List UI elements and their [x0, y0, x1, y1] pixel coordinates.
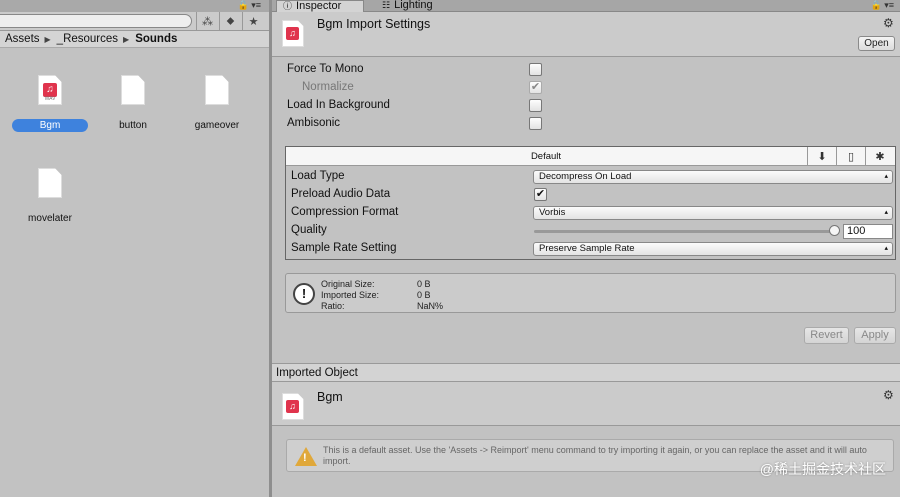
size-info-box: ! Original Size: 0 B Imported Size: 0 B …: [285, 273, 896, 313]
tab-lighting[interactable]: ☷ Lighting: [376, 0, 456, 12]
imported-size-label: Imported Size:: [321, 290, 380, 300]
preload-audio-data-checkbox[interactable]: ✔: [534, 188, 547, 201]
load-type-dropdown[interactable]: Decompress On Load ▴: [533, 170, 893, 184]
compression-format-dropdown[interactable]: Vorbis ▴: [533, 206, 893, 220]
ambisonic-checkbox[interactable]: [529, 117, 542, 130]
sample-rate-setting-label: Sample Rate Setting: [291, 242, 397, 254]
dropdown-arrows-icon: ▴: [884, 209, 888, 216]
project-tab-strip: 🔒 ▾≡: [0, 0, 269, 12]
force-to-mono-label: Force To Mono: [287, 63, 364, 75]
load-in-background-label: Load In Background: [287, 99, 390, 111]
imported-size-value: 0 B: [417, 290, 431, 300]
platform-settings-box: Default ⬇ ▯ ✱ Load Type Decompress On Lo…: [285, 146, 896, 260]
panel-menu-icon[interactable]: 🔒 ▾≡: [871, 0, 894, 11]
phone-icon[interactable]: ▯: [836, 147, 865, 165]
filter-by-type-icon[interactable]: ⁂: [196, 12, 218, 30]
compression-format-value: Vorbis: [539, 207, 566, 218]
info-icon: !: [293, 283, 315, 305]
ratio-label: Ratio:: [321, 301, 345, 311]
asset-item-movelater[interactable]: movelater: [10, 168, 90, 225]
breadcrumb-item-resources[interactable]: _Resources: [57, 33, 118, 45]
breadcrumb-item-sounds[interactable]: Sounds: [135, 33, 177, 45]
file-icon: [205, 75, 229, 105]
asset-label: gameover: [194, 120, 240, 131]
asset-label: button: [119, 120, 147, 131]
breadcrumb-separator-icon: ▶: [44, 34, 51, 44]
original-size-label: Original Size:: [321, 279, 375, 289]
dropdown-arrows-icon: ▴: [884, 245, 888, 252]
preload-audio-data-label: Preload Audio Data: [291, 188, 391, 200]
ambisonic-label: Ambisonic: [287, 117, 341, 129]
gear-icon[interactable]: ⚙: [883, 16, 894, 30]
platform-tab-bar: Default ⬇ ▯ ✱: [286, 147, 895, 166]
asset-grid: ♫ WAV Bgm button gameover movelater: [0, 48, 269, 497]
asset-item-button[interactable]: button: [93, 75, 173, 132]
lighting-icon: ☷: [382, 0, 391, 10]
tab-label: Inspector: [296, 0, 342, 12]
imported-object-header: Imported Object: [272, 363, 900, 382]
audio-file-icon: ♫: [282, 20, 304, 47]
warning-icon: !: [295, 447, 317, 466]
filter-by-label-icon[interactable]: ⬥: [219, 12, 241, 30]
breadcrumb-item-assets[interactable]: Assets: [5, 33, 40, 45]
audio-file-icon: ♫: [282, 393, 304, 420]
asset-label: movelater: [28, 213, 72, 224]
tab-label: Lighting: [394, 0, 433, 11]
imported-object-title: Bgm: [317, 390, 343, 404]
watermark: @稀土掘金技术社区: [759, 461, 886, 477]
file-icon: [38, 168, 62, 198]
tab-default[interactable]: Default: [286, 151, 806, 162]
load-type-value: Decompress On Load: [539, 171, 632, 182]
open-button[interactable]: Open: [858, 36, 895, 51]
normalize-label: Normalize: [302, 81, 354, 93]
android-icon[interactable]: ✱: [865, 147, 894, 165]
force-to-mono-checkbox[interactable]: [529, 63, 542, 76]
quality-input[interactable]: 100: [843, 224, 893, 239]
revert-button[interactable]: Revert: [804, 327, 849, 344]
page-title: Bgm Import Settings: [317, 17, 431, 31]
file-icon: [121, 75, 145, 105]
lock-icon[interactable]: 🔒 ▾≡: [238, 0, 261, 11]
import-settings-header: ♫ Bgm Import Settings ⚙ Open: [272, 12, 900, 57]
quality-slider-handle[interactable]: [828, 225, 840, 236]
breadcrumb: Assets ▶ _Resources ▶ Sounds: [0, 31, 269, 48]
sample-rate-value: Preserve Sample Rate: [539, 243, 635, 254]
ratio-value: NaN%: [417, 301, 444, 311]
project-panel: 🔒 ▾≡ ⁂ ⬥ ★ Assets ▶ _Resources ▶ Sounds …: [0, 0, 269, 497]
sample-rate-setting-dropdown[interactable]: Preserve Sample Rate ▴: [533, 242, 893, 256]
download-icon[interactable]: ⬇: [807, 147, 836, 165]
asset-item-gameover[interactable]: gameover: [177, 75, 257, 132]
tab-inspector[interactable]: ⓘ Inspector: [276, 0, 364, 12]
apply-button[interactable]: Apply: [854, 327, 896, 344]
quality-label: Quality: [291, 224, 327, 236]
audio-file-icon: ♫ WAV: [38, 75, 62, 105]
favorite-star-icon[interactable]: ★: [242, 12, 264, 30]
normalize-checkbox: ✔: [529, 81, 542, 94]
inspector-panel: ⓘ Inspector ☷ Lighting 🔒 ▾≡ ♫ Bgm Import…: [272, 0, 900, 497]
asset-label: Bgm: [12, 119, 88, 132]
compression-format-label: Compression Format: [291, 206, 399, 218]
gear-icon[interactable]: ⚙: [883, 388, 894, 402]
project-toolbar: ⁂ ⬥ ★: [0, 12, 269, 31]
breadcrumb-separator-icon: ▶: [123, 34, 130, 44]
load-type-label: Load Type: [291, 170, 345, 182]
load-in-background-checkbox[interactable]: [529, 99, 542, 112]
asset-item-bgm[interactable]: ♫ WAV Bgm: [10, 75, 90, 132]
inspector-tab-bar: ⓘ Inspector ☷ Lighting 🔒 ▾≡: [272, 0, 900, 12]
search-input[interactable]: [0, 14, 192, 28]
dropdown-arrows-icon: ▴: [884, 173, 888, 180]
original-size-value: 0 B: [417, 279, 431, 289]
quality-slider-track[interactable]: [534, 230, 834, 233]
imported-object-panel: ♫ Bgm ⚙: [272, 382, 900, 426]
info-icon: ⓘ: [283, 1, 293, 11]
